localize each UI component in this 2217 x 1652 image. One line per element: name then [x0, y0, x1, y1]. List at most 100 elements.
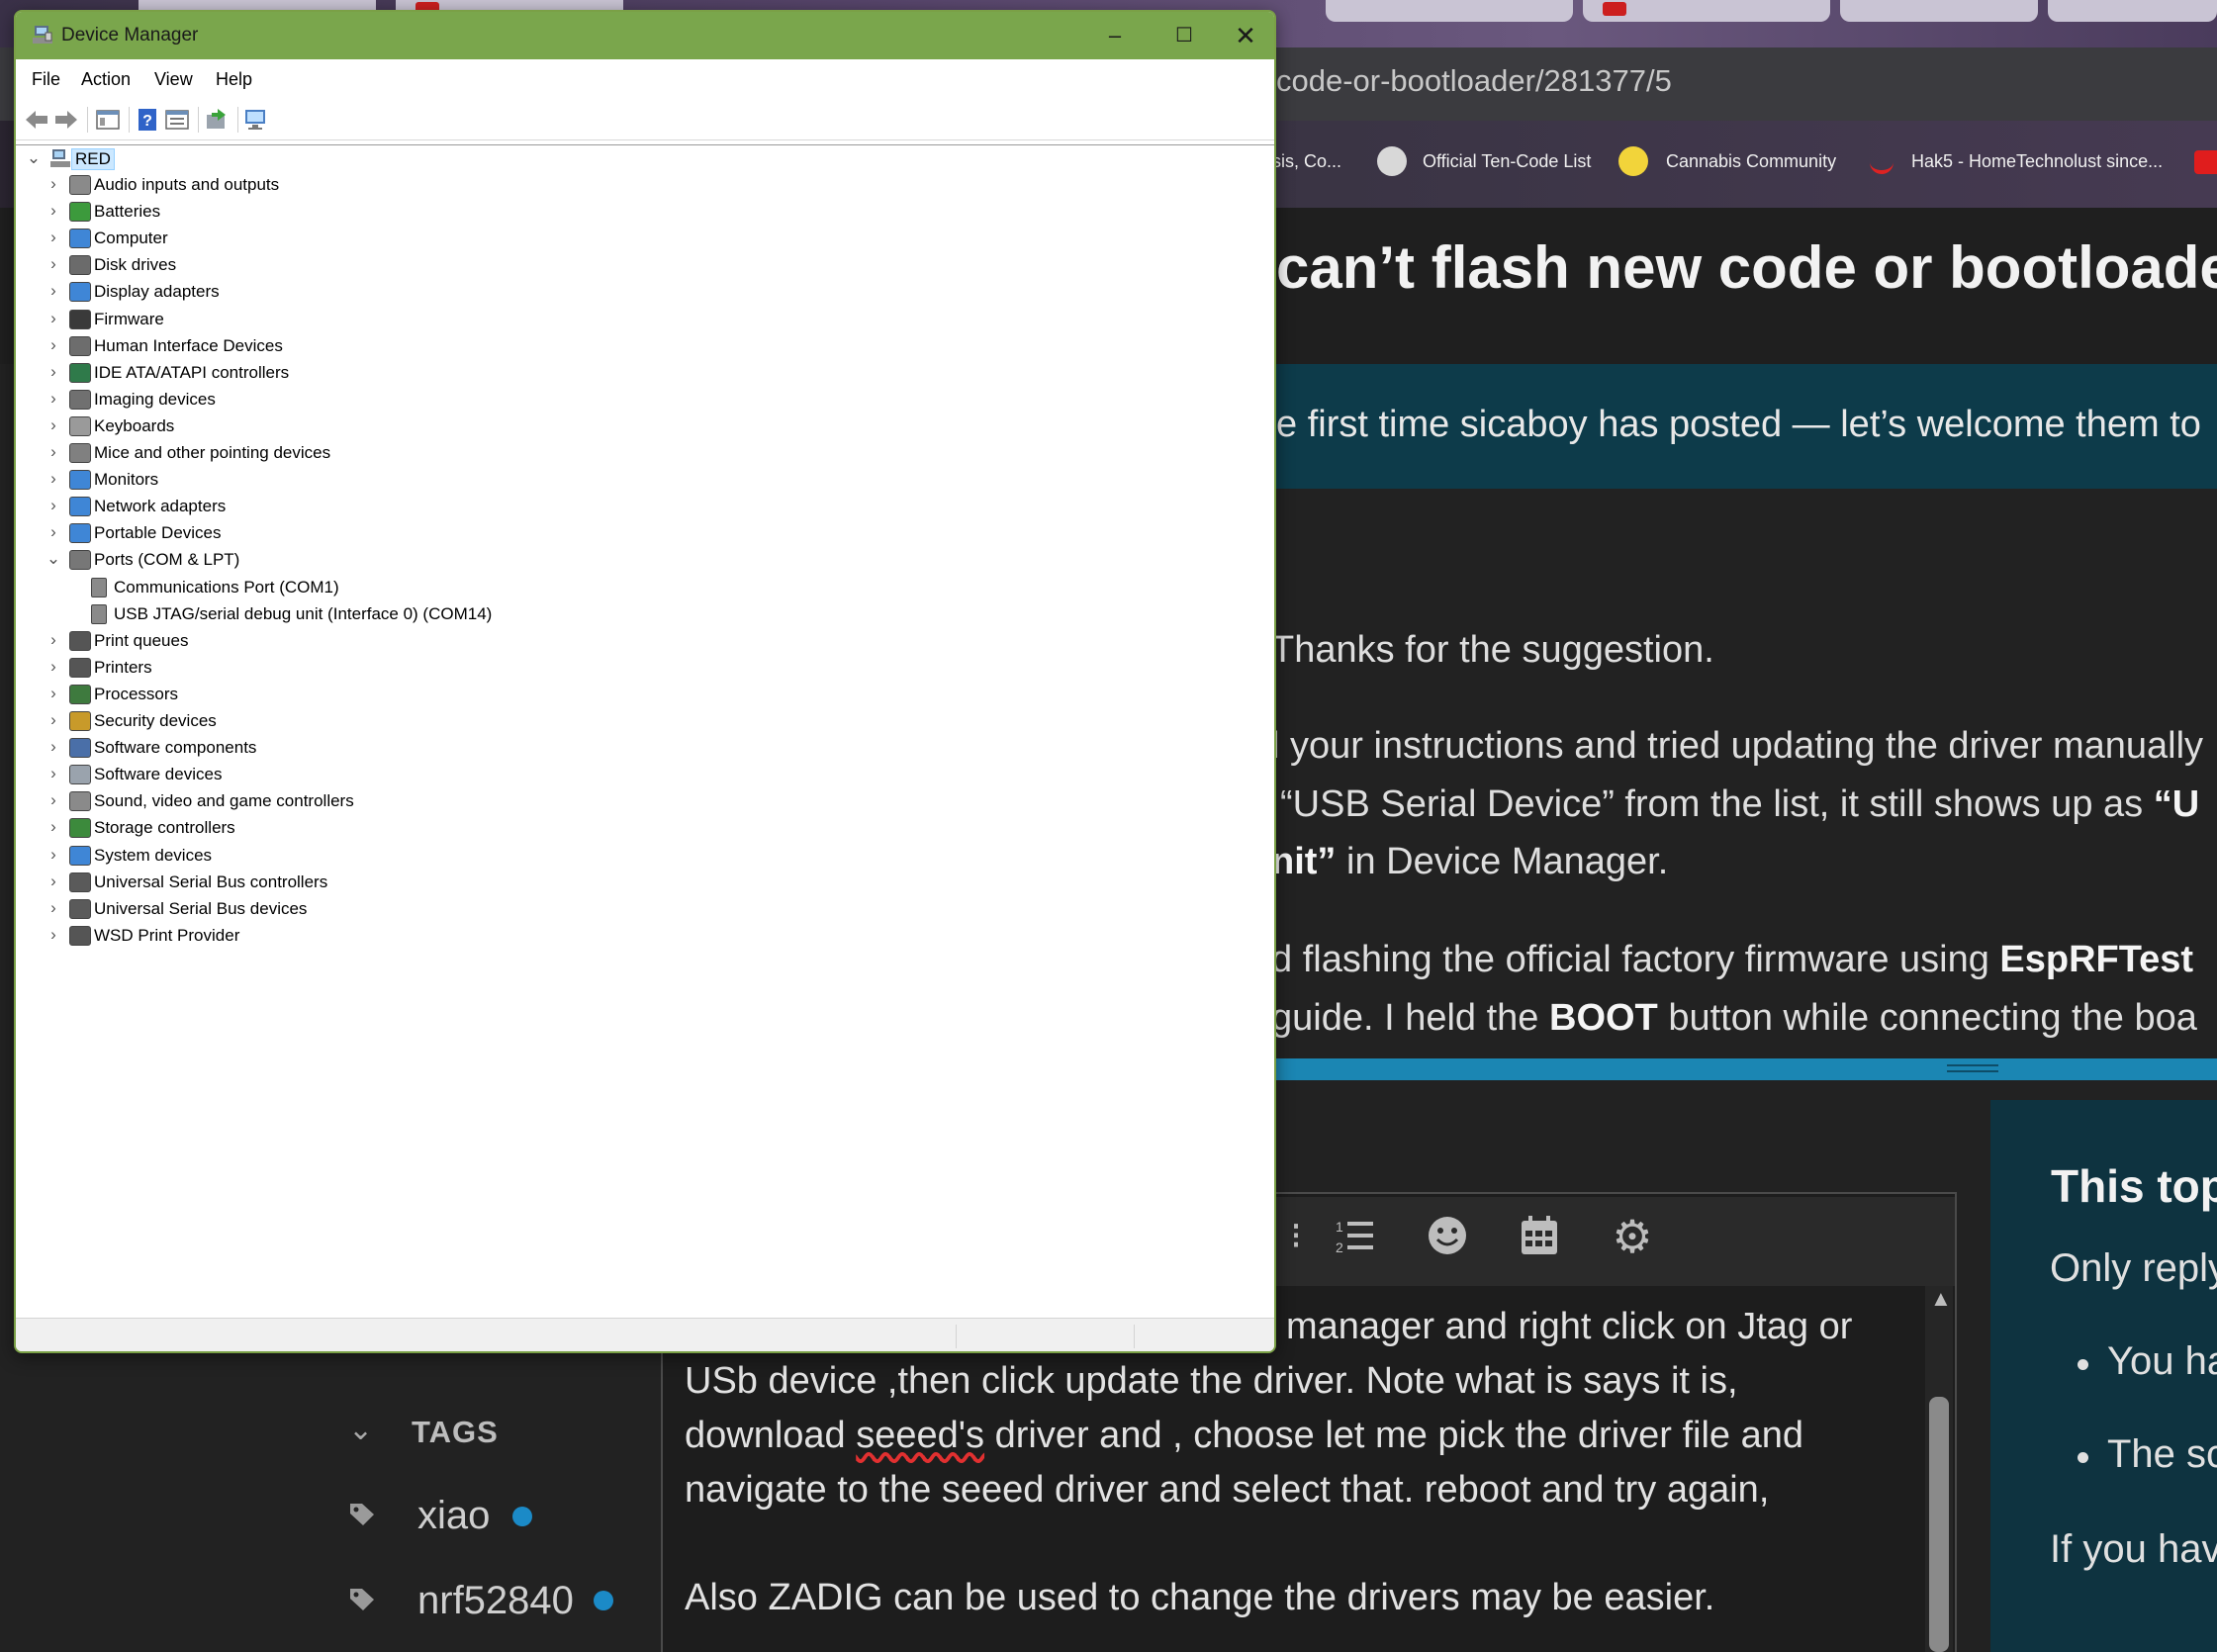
bullet-list-icon[interactable]: ⁝ [1274, 1215, 1318, 1258]
browser-tab[interactable] [1840, 0, 2038, 22]
device-category-label[interactable]: Software devices [94, 765, 222, 784]
chevron-right-icon[interactable]: › [46, 522, 61, 542]
chevron-right-icon[interactable]: › [46, 630, 61, 650]
reply-text[interactable]: navigate to the seeed driver and select … [685, 1469, 1769, 1512]
device-category-label[interactable]: Software components [94, 738, 256, 758]
gear-icon[interactable]: ⚙ [1611, 1214, 1654, 1259]
device-category-label[interactable]: Imaging devices [94, 390, 216, 410]
help-icon[interactable]: ? [135, 107, 160, 133]
menu-file[interactable]: File [32, 69, 60, 90]
chevron-right-icon[interactable]: › [46, 415, 61, 435]
device-category-label[interactable]: Network adapters [94, 497, 226, 516]
minimize-button[interactable]: – [1080, 12, 1150, 59]
device-category-label[interactable]: Display adapters [94, 282, 220, 302]
maximize-button[interactable]: ☐ [1150, 12, 1219, 59]
browser-tab[interactable] [1326, 0, 1573, 22]
browser-tab[interactable] [1583, 0, 1830, 22]
reply-text[interactable]: manager and right click on Jtag or [1286, 1306, 1852, 1348]
bookmark-item[interactable]: Official Ten-Code List [1423, 151, 1591, 172]
chevron-right-icon[interactable]: › [46, 737, 61, 757]
device-category-label[interactable]: Security devices [94, 711, 217, 731]
update-driver-icon[interactable] [204, 107, 230, 133]
chevron-down-icon[interactable]: ⌄ [46, 549, 61, 569]
device-category-label[interactable]: Sound, video and game controllers [94, 791, 354, 811]
composer-resize-bar[interactable] [1276, 1058, 2217, 1080]
chevron-right-icon[interactable]: › [46, 684, 61, 703]
numbered-list-icon[interactable]: 1 2 [1334, 1217, 1375, 1256]
reply-text[interactable]: download seeed's driver and , choose let… [685, 1415, 1803, 1457]
bookmark-item[interactable]: Cannabis Community [1666, 151, 1836, 172]
device-category-label[interactable]: Disk drives [94, 255, 176, 275]
device-item-label[interactable]: Communications Port (COM1) [114, 578, 339, 597]
chevron-right-icon[interactable]: › [46, 281, 61, 301]
bookmark-item[interactable]: sis, Co... [1272, 151, 1341, 172]
reply-text[interactable]: USb device ,then click update the driver… [685, 1360, 1738, 1403]
chevron-right-icon[interactable]: › [46, 442, 61, 462]
tag-link[interactable]: xiao [417, 1494, 490, 1538]
menu-action[interactable]: Action [81, 69, 131, 90]
menu-view[interactable]: View [154, 69, 193, 90]
device-category-label[interactable]: Universal Serial Bus devices [94, 899, 307, 919]
device-category-label[interactable]: Firmware [94, 310, 164, 329]
show-hide-tree-icon[interactable] [95, 107, 121, 133]
title-bar[interactable]: Device Manager – ☐ ✕ [16, 12, 1274, 59]
device-category-label[interactable]: IDE ATA/ATAPI controllers [94, 363, 289, 383]
chevron-down-icon[interactable]: ⌄ [348, 1413, 373, 1447]
chevron-right-icon[interactable]: › [46, 201, 61, 221]
device-category-label[interactable]: Mice and other pointing devices [94, 443, 330, 463]
url-text[interactable]: code-or-bootloader/281377/5 [1276, 63, 1672, 99]
device-category-label[interactable]: Monitors [94, 470, 158, 490]
chevron-right-icon[interactable]: › [46, 469, 61, 489]
root-label[interactable]: RED [71, 148, 115, 170]
back-arrow-icon[interactable] [24, 107, 49, 133]
chevron-right-icon[interactable]: › [46, 496, 61, 515]
tag-link[interactable]: nrf52840 [417, 1579, 574, 1623]
device-category-label[interactable]: Universal Serial Bus controllers [94, 872, 327, 892]
chevron-right-icon[interactable]: › [46, 657, 61, 677]
calendar-icon[interactable] [1520, 1215, 1559, 1256]
chevron-right-icon[interactable]: › [46, 174, 61, 194]
chevron-right-icon[interactable]: › [46, 925, 61, 945]
device-category-label[interactable]: Batteries [94, 202, 160, 222]
chevron-right-icon[interactable]: › [46, 335, 61, 355]
scrollbar-thumb[interactable] [1929, 1397, 1949, 1652]
forward-arrow-icon[interactable] [53, 107, 79, 133]
device-category-label[interactable]: WSD Print Provider [94, 926, 239, 946]
device-category-label[interactable]: Ports (COM & LPT) [94, 550, 239, 570]
device-category-label[interactable]: Audio inputs and outputs [94, 175, 279, 195]
chevron-right-icon[interactable]: › [46, 872, 61, 891]
properties-icon[interactable] [164, 107, 190, 133]
misspelled-word[interactable]: seeed's [856, 1415, 984, 1456]
chevron-right-icon[interactable]: › [46, 845, 61, 865]
chevron-right-icon[interactable]: › [46, 309, 61, 328]
scroll-up-icon[interactable]: ▲ [1930, 1286, 1952, 1312]
chevron-right-icon[interactable]: › [46, 710, 61, 730]
browser-tab[interactable] [2048, 0, 2217, 22]
chevron-right-icon[interactable]: › [46, 389, 61, 409]
drag-handle-icon[interactable] [1947, 1064, 1998, 1072]
device-item-label[interactable]: USB JTAG/serial debug unit (Interface 0)… [114, 604, 492, 624]
chevron-right-icon[interactable]: › [46, 898, 61, 918]
device-category-label[interactable]: System devices [94, 846, 212, 866]
device-category-label[interactable]: Computer [94, 229, 168, 248]
close-button[interactable]: ✕ [1211, 12, 1274, 59]
device-category-label[interactable]: Storage controllers [94, 818, 235, 838]
chevron-right-icon[interactable]: › [46, 228, 61, 247]
chevron-right-icon[interactable]: › [46, 362, 61, 382]
device-category-label[interactable]: Print queues [94, 631, 188, 651]
device-category-label[interactable]: Processors [94, 685, 178, 704]
menu-help[interactable]: Help [216, 69, 252, 90]
device-category-label[interactable]: Human Interface Devices [94, 336, 283, 356]
bookmark-item[interactable]: Hak5 - HomeTechnolust since... [1911, 151, 2163, 172]
chevron-right-icon[interactable]: › [46, 764, 61, 783]
tags-heading[interactable]: TAGS [412, 1415, 499, 1450]
chevron-right-icon[interactable]: › [46, 817, 61, 837]
youtube-icon[interactable] [2194, 150, 2217, 174]
emoji-icon[interactable] [1427, 1215, 1468, 1256]
device-category-label[interactable]: Printers [94, 658, 152, 678]
reply-text[interactable]: Also ZADIG can be used to change the dri… [685, 1577, 1714, 1619]
chevron-right-icon[interactable]: › [46, 254, 61, 274]
device-category-label[interactable]: Portable Devices [94, 523, 222, 543]
chevron-right-icon[interactable]: › [46, 790, 61, 810]
scan-hardware-icon[interactable] [243, 107, 269, 133]
